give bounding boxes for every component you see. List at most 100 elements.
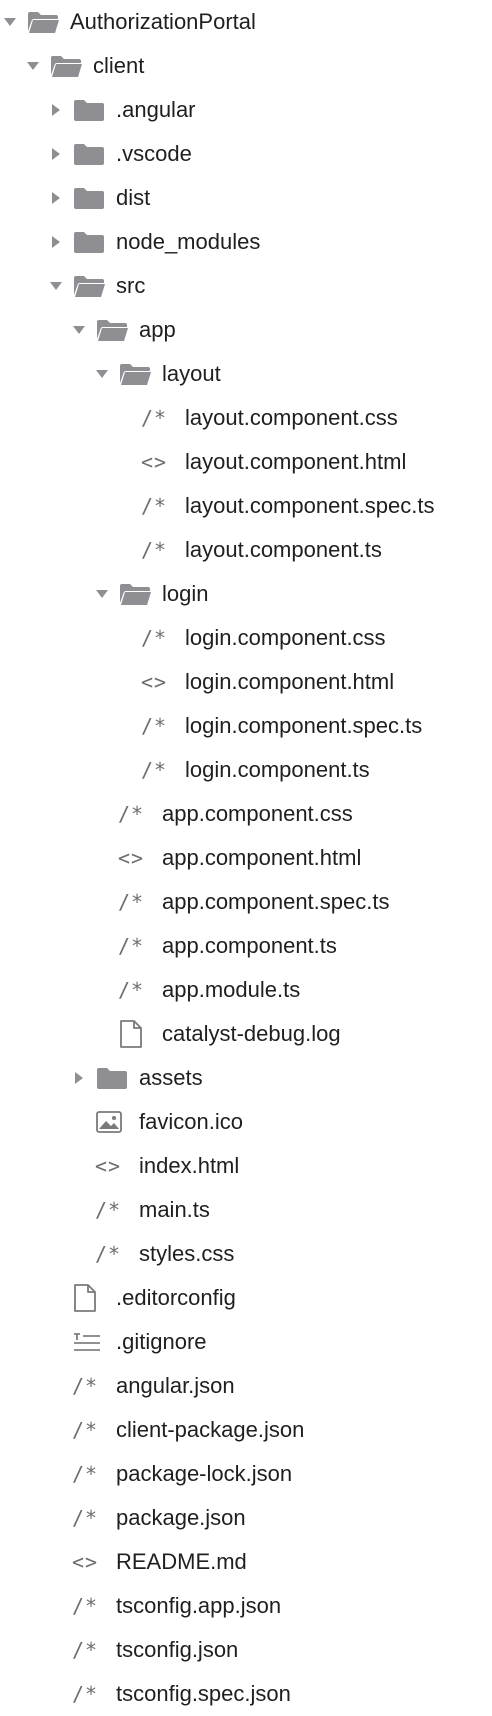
file-label: favicon.ico	[139, 1109, 243, 1134]
file-row[interactable]: /* login.component.css	[0, 616, 492, 660]
file-type-glyph: /*	[141, 406, 168, 430]
file-row[interactable]: /* package-lock.json	[0, 1452, 492, 1496]
folder-icon	[72, 220, 116, 264]
chevron-right-icon[interactable]	[48, 176, 72, 220]
file-row[interactable]: .gitignore	[0, 1320, 492, 1364]
chevron-down-icon[interactable]	[25, 44, 49, 88]
folder-label: AuthorizationPortal	[70, 9, 256, 34]
file-row[interactable]: favicon.ico	[0, 1100, 492, 1144]
file-label: .gitignore	[116, 1329, 207, 1354]
file-row[interactable]: /* client-package.json	[0, 1408, 492, 1452]
folder-row[interactable]: app	[0, 308, 492, 352]
chevron-right-icon[interactable]	[48, 132, 72, 176]
file-row[interactable]: /* styles.css	[0, 1232, 492, 1276]
file-label: .editorconfig	[116, 1285, 236, 1310]
file-label: README.md	[116, 1549, 247, 1574]
file-row[interactable]: /* tsconfig.spec.json	[0, 1672, 492, 1716]
chevron-right-icon[interactable]	[48, 220, 72, 264]
chevron-down-icon[interactable]	[94, 352, 118, 396]
folder-label: assets	[139, 1065, 203, 1090]
file-label: app.component.html	[162, 845, 362, 870]
chevron-down-icon[interactable]	[2, 0, 26, 44]
file-label: angular.json	[116, 1373, 235, 1398]
file-row[interactable]: /* tsconfig.json	[0, 1628, 492, 1672]
file-type-glyph: /*	[141, 626, 168, 650]
file-label: login.component.html	[185, 669, 395, 694]
code-file-icon: <>	[141, 440, 185, 484]
chevron-down-icon[interactable]	[48, 264, 72, 308]
file-row[interactable]: /* app.module.ts	[0, 968, 492, 1012]
chevron-right-icon[interactable]	[48, 88, 72, 132]
file-row[interactable]: <> README.md	[0, 1540, 492, 1584]
code-file-icon: <>	[72, 1540, 116, 1584]
file-row[interactable]: /* package.json	[0, 1496, 492, 1540]
folder-row[interactable]: AuthorizationPortal	[0, 0, 492, 44]
file-row[interactable]: catalyst-debug.log	[0, 1012, 492, 1056]
file-row[interactable]: /* layout.component.ts	[0, 528, 492, 572]
file-row[interactable]: /* angular.json	[0, 1364, 492, 1408]
file-row[interactable]: .editorconfig	[0, 1276, 492, 1320]
folder-row[interactable]: client	[0, 44, 492, 88]
folder-row[interactable]: dist	[0, 176, 492, 220]
document-icon	[72, 1276, 116, 1320]
file-label: layout.component.ts	[185, 537, 382, 562]
file-tree: AuthorizationPortal client .angular .vscode…	[0, 0, 492, 1708]
file-row[interactable]: /* layout.component.spec.ts	[0, 484, 492, 528]
file-type-glyph: /*	[141, 494, 168, 518]
file-type-glyph: /*	[95, 1242, 122, 1266]
file-row[interactable]: /* login.component.ts	[0, 748, 492, 792]
folder-label: login	[162, 581, 209, 606]
file-row[interactable]: /* main.ts	[0, 1188, 492, 1232]
file-row[interactable]: /* app.component.ts	[0, 924, 492, 968]
folder-open-icon	[118, 352, 162, 396]
chevron-down-icon[interactable]	[71, 308, 95, 352]
file-row[interactable]: <> app.component.html	[0, 836, 492, 880]
folder-row[interactable]: src	[0, 264, 492, 308]
comment-file-icon: /*	[141, 484, 185, 528]
file-label: client-package.json	[116, 1417, 305, 1442]
comment-file-icon: /*	[72, 1496, 116, 1540]
folder-row[interactable]: .angular	[0, 88, 492, 132]
file-type-glyph: <>	[118, 846, 145, 870]
file-row[interactable]: /* tsconfig.app.json	[0, 1584, 492, 1628]
file-row[interactable]: /* login.component.spec.ts	[0, 704, 492, 748]
file-type-glyph: /*	[72, 1638, 99, 1662]
file-row[interactable]: /* app.component.css	[0, 792, 492, 836]
file-type-glyph: /*	[72, 1682, 99, 1706]
folder-row[interactable]: node_modules	[0, 220, 492, 264]
file-label: package.json	[116, 1505, 246, 1530]
file-label: app.component.css	[162, 801, 353, 826]
file-row[interactable]: <> login.component.html	[0, 660, 492, 704]
comment-file-icon: /*	[95, 1232, 139, 1276]
folder-row[interactable]: login	[0, 572, 492, 616]
document-icon	[118, 1012, 162, 1056]
file-type-glyph: <>	[141, 450, 168, 474]
comment-file-icon: /*	[72, 1628, 116, 1672]
file-row[interactable]: /* app.component.spec.ts	[0, 880, 492, 924]
file-row[interactable]: <> index.html	[0, 1144, 492, 1188]
file-label: login.component.spec.ts	[185, 713, 423, 738]
folder-label: .angular	[116, 97, 196, 122]
chevron-down-icon[interactable]	[94, 572, 118, 616]
file-row[interactable]: /* layout.component.css	[0, 396, 492, 440]
file-type-glyph: /*	[141, 714, 168, 738]
folder-row[interactable]: layout	[0, 352, 492, 396]
folder-row[interactable]: .vscode	[0, 132, 492, 176]
file-label: layout.component.css	[185, 405, 398, 430]
folder-row[interactable]: assets	[0, 1056, 492, 1100]
file-label: layout.component.spec.ts	[185, 493, 435, 518]
file-row[interactable]: <> layout.component.html	[0, 440, 492, 484]
chevron-right-icon[interactable]	[71, 1056, 95, 1100]
folder-open-icon	[26, 0, 70, 44]
comment-file-icon: /*	[118, 792, 162, 836]
